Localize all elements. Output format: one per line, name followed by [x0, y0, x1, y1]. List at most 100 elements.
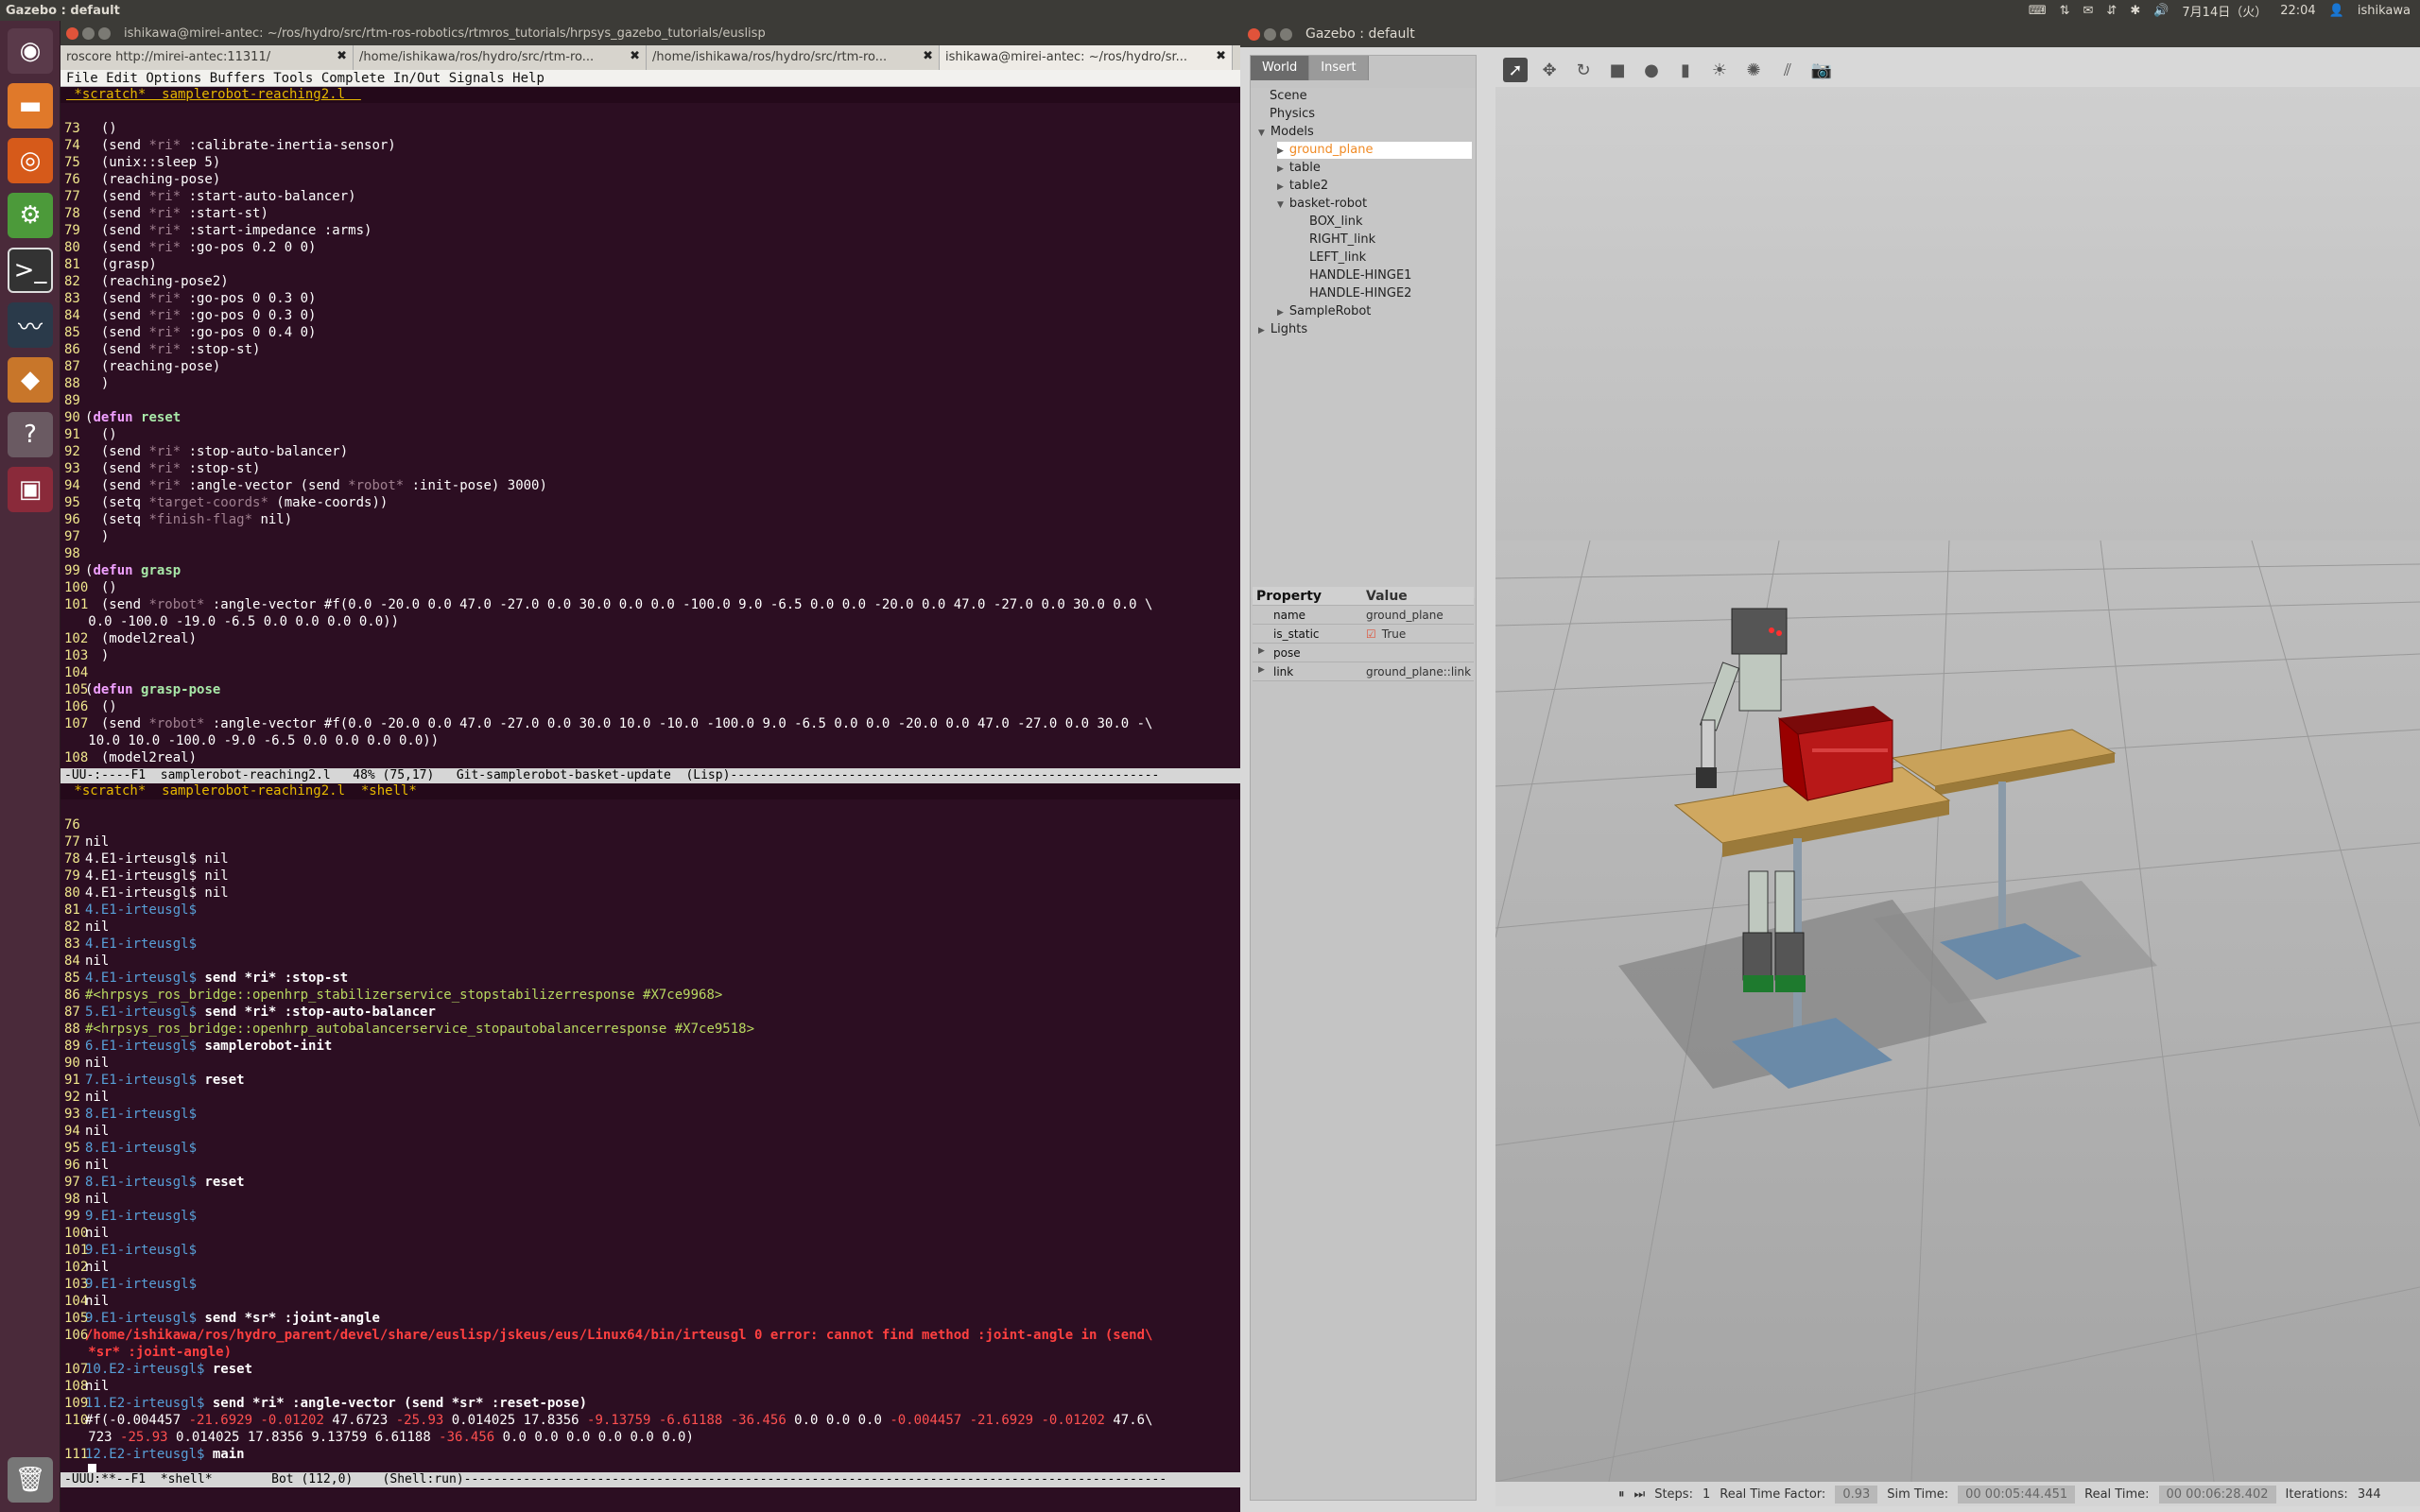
terminal-icon[interactable]: >_: [8, 248, 53, 293]
tree-item-table[interactable]: ▶ table: [1277, 160, 1321, 177]
pause-icon[interactable]: ⏸: [1618, 1487, 1625, 1502]
screenshot-icon[interactable]: 📷: [1809, 58, 1834, 82]
property-row-name[interactable]: name ground_plane: [1253, 606, 1474, 625]
buffer-tabs-top[interactable]: *scratch* samplerobot-reaching2.l: [60, 87, 1240, 103]
point-light-icon[interactable]: ☀: [1707, 58, 1732, 82]
translate-mode-icon[interactable]: ✥: [1537, 58, 1562, 82]
tree-item-handle-hinge2[interactable]: HANDLE-HINGE2: [1309, 285, 1411, 302]
settings-icon[interactable]: ⚙: [8, 193, 53, 238]
tree-label: SampleRobot: [1288, 304, 1372, 318]
close-tab-icon[interactable]: ✖: [923, 49, 933, 63]
workspace-switcher-icon[interactable]: ▣: [8, 467, 53, 512]
checkbox-icon[interactable]: ☑: [1366, 627, 1376, 641]
bluetooth-icon[interactable]: ✱: [2130, 4, 2140, 18]
maximize-icon[interactable]: [98, 26, 111, 40]
volume-icon[interactable]: 🔊: [2153, 4, 2169, 18]
minimize-icon[interactable]: [82, 26, 95, 40]
buffer-tabs-shell[interactable]: *scratch* samplerobot-reaching2.l *shell…: [60, 783, 1240, 799]
close-icon[interactable]: [1248, 27, 1260, 41]
property-key: is_static: [1273, 627, 1320, 641]
terminal-tab-active[interactable]: ishikawa@mirei-antec: ~/ros/hydro/sr... ✖: [940, 45, 1233, 70]
steps-value[interactable]: 1: [1703, 1487, 1710, 1502]
tree-item-box-link[interactable]: BOX_link: [1309, 214, 1363, 231]
rotate-mode-icon[interactable]: ↻: [1571, 58, 1596, 82]
clock-date[interactable]: 7月14日（火）: [2182, 2, 2267, 20]
menu-buffers[interactable]: Buffers: [210, 71, 266, 86]
cylinder-shape-icon[interactable]: ▮: [1673, 58, 1698, 82]
mail-icon[interactable]: ✉: [2083, 4, 2094, 18]
minimize-icon[interactable]: [1264, 27, 1276, 41]
expand-arrow-icon[interactable]: ▶: [1277, 164, 1284, 174]
help-icon[interactable]: ?: [8, 412, 53, 457]
directional-light-icon[interactable]: ⫽: [1775, 58, 1800, 82]
close-icon[interactable]: [66, 26, 78, 40]
close-tab-icon[interactable]: ✖: [1216, 49, 1226, 63]
tree-item-table2[interactable]: ▶ table2: [1277, 178, 1328, 195]
files-icon[interactable]: ▬: [8, 83, 53, 129]
expand-arrow-icon[interactable]: ▼: [1277, 200, 1284, 210]
tree-item-scene[interactable]: Scene: [1270, 88, 1307, 105]
expand-arrow-icon[interactable]: ▶: [1277, 146, 1284, 156]
tree-item-basket-robot[interactable]: ▼ basket-robot: [1277, 196, 1367, 213]
menu-options[interactable]: Options: [146, 71, 201, 86]
box-shape-icon[interactable]: ■: [1605, 58, 1630, 82]
tab-world[interactable]: World: [1251, 56, 1310, 80]
tree-item-left-link[interactable]: LEFT_link: [1309, 249, 1366, 266]
trash-icon[interactable]: 🗑: [8, 1457, 53, 1503]
tab-insert[interactable]: Insert: [1309, 56, 1369, 80]
lisp-code-buffer[interactable]: 73 () 74 (send *ri* :calibrate-inertia-s…: [60, 103, 1240, 768]
dash-icon[interactable]: ◉: [8, 28, 53, 74]
sphere-shape-icon[interactable]: ●: [1639, 58, 1664, 82]
property-value[interactable]: ground_plane: [1366, 609, 1443, 622]
tree-item-physics[interactable]: Physics: [1270, 106, 1315, 123]
user-icon[interactable]: 👤: [2329, 4, 2344, 18]
gazebo-icon[interactable]: ◆: [8, 357, 53, 403]
expand-arrow-icon[interactable]: ▶: [1258, 326, 1265, 335]
menu-help[interactable]: Help: [512, 71, 544, 86]
firefox-icon[interactable]: ◎: [8, 138, 53, 183]
terminal-tab[interactable]: /home/ishikawa/ros/hydro/src/rtm-ro... ✖: [647, 45, 940, 70]
property-row-pose[interactable]: ▶ pose: [1253, 644, 1474, 662]
spot-light-icon[interactable]: ✺: [1741, 58, 1766, 82]
tree-item-models[interactable]: ▼ Models: [1258, 124, 1314, 141]
tree-label: Lights: [1270, 322, 1308, 336]
tree-item-ground-plane[interactable]: ▶ ground_plane: [1277, 142, 1472, 159]
tree-item-right-link[interactable]: RIGHT_link: [1309, 232, 1375, 249]
expand-arrow-icon[interactable]: ▶: [1277, 308, 1284, 318]
terminal-tab[interactable]: roscore http://mirei-antec:11311/ ✖: [60, 45, 354, 70]
expand-arrow-icon[interactable]: ▼: [1258, 129, 1265, 138]
menu-complete[interactable]: Complete: [321, 71, 385, 86]
menu-signals[interactable]: Signals: [449, 71, 505, 86]
tree-item-samplerobot[interactable]: ▶ SampleRobot: [1277, 303, 1371, 320]
user-name[interactable]: ishikawa: [2358, 4, 2411, 18]
shell-buffer[interactable]: 76 77 nil 78 4.E1-irteusgl$ nil 79 4.E1-irt…: [60, 799, 1240, 1472]
property-key: pose: [1273, 645, 1301, 660]
select-mode-icon[interactable]: ➚: [1503, 58, 1528, 82]
close-tab-icon[interactable]: ✖: [630, 49, 640, 63]
system-monitor-icon[interactable]: 〰: [8, 302, 53, 348]
close-tab-icon[interactable]: ✖: [337, 49, 347, 63]
menu-file[interactable]: File: [66, 71, 98, 86]
menu-inout[interactable]: In/Out: [393, 71, 441, 86]
modeline-shell: -UUU:**--F1 *shell* Bot (112,0) (Shell:r…: [60, 1472, 1240, 1487]
menu-tools[interactable]: Tools: [273, 71, 313, 86]
expand-arrow-icon[interactable]: ▶: [1258, 665, 1265, 675]
sync-icon[interactable]: ⇵: [2106, 4, 2117, 18]
property-row-is-static[interactable]: is_static ☑ True: [1253, 625, 1474, 644]
property-row-link[interactable]: ▶ link ground_plane::link: [1253, 662, 1474, 681]
menu-edit[interactable]: Edit: [106, 71, 138, 86]
expand-arrow-icon[interactable]: ▶: [1277, 182, 1284, 192]
tree-item-lights[interactable]: ▶ Lights: [1258, 321, 1307, 338]
step-icon[interactable]: ⏭: [1634, 1487, 1646, 1502]
top-panel: Gazebo : default ⌨ ⇅ ✉ ⇵ ✱ 🔊 7月14日（火） 22…: [0, 0, 2420, 21]
tree-label: BOX_link: [1309, 215, 1363, 229]
tab-label: /home/ishikawa/ros/hydro/src/rtm-ro...: [652, 50, 888, 64]
clock-time[interactable]: 22:04: [2280, 4, 2315, 18]
tree-item-handle-hinge1[interactable]: HANDLE-HINGE1: [1309, 267, 1411, 284]
keyboard-icon[interactable]: ⌨: [2029, 4, 2047, 18]
expand-arrow-icon[interactable]: ▶: [1258, 646, 1265, 656]
maximize-icon[interactable]: [1280, 27, 1292, 41]
terminal-tab[interactable]: /home/ishikawa/ros/hydro/src/rtm-ro... ✖: [354, 45, 647, 70]
3d-viewport[interactable]: [1495, 87, 2420, 1482]
network-icon[interactable]: ⇅: [2060, 4, 2070, 18]
